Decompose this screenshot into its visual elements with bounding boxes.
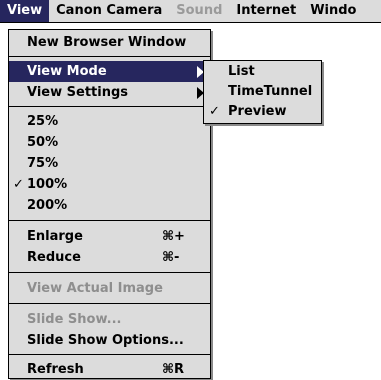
- menu-separator: [9, 272, 210, 273]
- view-menu: New Browser Window View Mode View Settin…: [8, 29, 211, 379]
- menu-separator: [9, 354, 210, 355]
- menu-separator: [9, 56, 210, 57]
- checkmark-icon: ✓: [209, 104, 220, 119]
- menu-item-label: View Mode: [27, 64, 107, 79]
- menu-item-reduce[interactable]: Reduce ⌘-: [9, 247, 210, 268]
- menu-item-label: Preview: [228, 104, 287, 119]
- view-mode-submenu: List TimeTunnel ✓ Preview: [203, 60, 322, 124]
- menu-item-zoom-100[interactable]: ✓ 100%: [9, 174, 210, 195]
- menu-item-label: Reduce: [27, 250, 81, 265]
- menu-item-label: 100%: [27, 177, 68, 192]
- menu-item-label: 200%: [27, 198, 68, 213]
- submenu-item-preview[interactable]: ✓ Preview: [204, 101, 321, 122]
- menubar-sound[interactable]: Sound: [169, 0, 229, 22]
- menu-item-label: Enlarge: [27, 229, 83, 244]
- menu-item-slide-show-options[interactable]: Slide Show Options...: [9, 330, 210, 351]
- submenu-item-timetunnel[interactable]: TimeTunnel: [204, 81, 321, 102]
- menu-separator: [9, 303, 210, 304]
- menu-item-enlarge[interactable]: Enlarge ⌘+: [9, 226, 210, 247]
- menu-item-view-settings[interactable]: View Settings: [9, 82, 210, 103]
- menu-item-zoom-50[interactable]: 50%: [9, 132, 210, 153]
- shortcut-label: ⌘-: [162, 250, 180, 265]
- menubar-canon-camera[interactable]: Canon Camera: [49, 0, 169, 22]
- menu-item-label: 50%: [27, 135, 59, 150]
- menu-item-label: View Settings: [27, 85, 129, 100]
- menu-item-slide-show[interactable]: Slide Show...: [9, 309, 210, 330]
- menu-separator: [9, 220, 210, 221]
- menu-item-zoom-75[interactable]: 75%: [9, 153, 210, 174]
- menu-item-label: Slide Show...: [27, 312, 122, 327]
- menu-item-label: 75%: [27, 156, 59, 171]
- menu-item-new-browser-window[interactable]: New Browser Window: [9, 32, 210, 53]
- checkmark-icon: ✓: [13, 177, 24, 192]
- menu-item-zoom-200[interactable]: 200%: [9, 195, 210, 216]
- menu-separator: [9, 106, 210, 107]
- menu-item-label: 25%: [27, 114, 59, 129]
- menubar-view[interactable]: View: [0, 0, 50, 22]
- menu-item-label: List: [228, 64, 255, 79]
- menu-item-zoom-25[interactable]: 25%: [9, 111, 210, 132]
- submenu-item-list[interactable]: List: [204, 61, 321, 82]
- menu-item-label: TimeTunnel: [228, 84, 313, 99]
- menu-item-label: Slide Show Options...: [27, 333, 184, 348]
- shortcut-label: ⌘+: [162, 229, 185, 244]
- menubar-internet[interactable]: Internet: [229, 0, 303, 22]
- menu-item-view-mode[interactable]: View Mode: [9, 61, 210, 82]
- menu-item-label: Refresh: [27, 362, 84, 377]
- menubar-window[interactable]: Windo: [303, 0, 363, 22]
- menu-item-label: New Browser Window: [27, 35, 187, 50]
- menu-bar: View Canon Camera Sound Internet Windo: [0, 0, 381, 23]
- menu-item-view-actual-image[interactable]: View Actual Image: [9, 278, 210, 299]
- menu-item-label: View Actual Image: [27, 281, 163, 296]
